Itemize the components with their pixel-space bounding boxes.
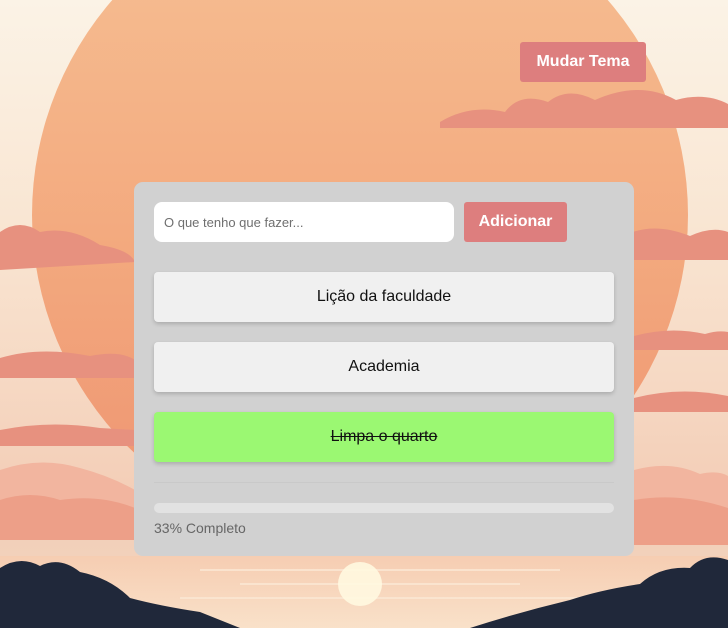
divider	[154, 482, 614, 483]
task-item[interactable]: Academia	[154, 342, 614, 392]
task-label: Limpa o quarto	[330, 428, 438, 445]
progress-label: 33% Completo	[154, 520, 246, 536]
task-label: Academia	[348, 358, 420, 375]
task-item[interactable]: Limpa o quarto	[154, 412, 614, 462]
task-item[interactable]: Lição da faculdade	[154, 272, 614, 322]
change-theme-button[interactable]: Mudar Tema	[520, 42, 646, 82]
task-input[interactable]	[154, 202, 454, 242]
progress-bar	[154, 503, 614, 513]
add-task-button[interactable]: Adicionar	[464, 202, 567, 242]
task-label: Lição da faculdade	[316, 288, 452, 305]
todo-card: Adicionar Lição da faculdade Academia Li…	[134, 182, 634, 556]
